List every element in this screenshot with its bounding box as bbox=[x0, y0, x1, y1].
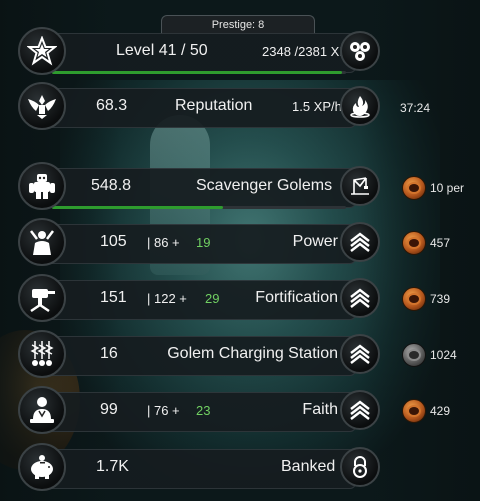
coin-icon bbox=[402, 176, 426, 200]
praying-figure-icon bbox=[18, 386, 66, 434]
stat-value: 16 bbox=[100, 345, 118, 362]
charging-station-icon bbox=[18, 330, 66, 378]
coin-icon bbox=[402, 287, 426, 311]
stat-bonus: 29 bbox=[205, 291, 220, 306]
reputation-timer: 37:24 bbox=[400, 101, 431, 115]
eagle-crest-icon bbox=[18, 82, 66, 130]
stat-value: 99 bbox=[100, 401, 118, 418]
stat-cost: 739 bbox=[430, 292, 451, 306]
crane-icon[interactable] bbox=[340, 166, 380, 206]
coin-icon bbox=[402, 343, 426, 367]
golem-icon bbox=[18, 162, 66, 210]
reputation-rate: 1.5 XP/hr bbox=[292, 99, 347, 114]
stat-label: Power bbox=[292, 233, 338, 250]
banked-value: 1.7K bbox=[96, 458, 129, 475]
star-badge-icon bbox=[18, 27, 66, 75]
stat-value: 151 bbox=[100, 289, 127, 306]
stat-row-fortification: 151 | 122 + 29 Fortification bbox=[18, 274, 380, 324]
banked-row: 1.7K Banked bbox=[18, 443, 380, 493]
stat-bonus: 19 bbox=[196, 235, 211, 250]
reputation-value: 68.3 bbox=[96, 97, 128, 114]
coin-icon bbox=[402, 231, 426, 255]
level-text: Level 41 / 50 bbox=[116, 42, 208, 59]
stat-cost: 457 bbox=[430, 236, 451, 250]
reputation-label: Reputation bbox=[175, 97, 253, 114]
stat-base: | 76 + bbox=[147, 403, 180, 418]
golems-value: 548.8 bbox=[91, 177, 132, 194]
reputation-row: 68.3 Reputation 1.5 XP/hr bbox=[18, 82, 380, 132]
gears-icon[interactable] bbox=[340, 31, 380, 71]
stat-label: Golem Charging Station bbox=[167, 345, 338, 362]
golems-cost: 10 per bbox=[430, 181, 465, 195]
golems-progress-bar bbox=[52, 206, 223, 209]
stat-cost: 429 bbox=[430, 404, 451, 418]
power-fist-icon bbox=[18, 218, 66, 266]
upgrade-chevrons-icon[interactable] bbox=[340, 334, 380, 374]
stat-cost: 1024 bbox=[430, 348, 457, 362]
golems-row: 548.8 Scavenger Golems bbox=[18, 162, 380, 212]
upgrade-chevrons-icon[interactable] bbox=[340, 222, 380, 262]
stat-value: 105 bbox=[100, 233, 127, 250]
banked-label: Banked bbox=[281, 458, 336, 475]
flame-icon[interactable] bbox=[340, 86, 380, 126]
upgrade-chevrons-icon[interactable] bbox=[340, 278, 380, 318]
golems-label: Scavenger Golems bbox=[196, 177, 333, 194]
stat-row-faith: 99 | 76 + 23 Faith bbox=[18, 386, 380, 436]
level-row: Level 41 / 50 2348 /2381 XP bbox=[18, 27, 380, 77]
stat-label: Fortification bbox=[255, 289, 338, 306]
stat-label: Faith bbox=[302, 401, 338, 418]
stat-base: | 122 + bbox=[147, 291, 187, 306]
level-progress-bar bbox=[52, 71, 342, 74]
coin-icon bbox=[402, 399, 426, 423]
stat-base: | 86 + bbox=[147, 235, 180, 250]
piggy-bank-icon bbox=[18, 443, 66, 491]
upgrade-chevrons-icon[interactable] bbox=[340, 390, 380, 430]
stat-row-golem-charging-station: 16 Golem Charging Station bbox=[18, 330, 380, 380]
stat-bonus: 23 bbox=[196, 403, 211, 418]
turret-icon bbox=[18, 274, 66, 322]
stat-row-power: 105 | 86 + 19 Power bbox=[18, 218, 380, 268]
xp-text: 2348 /2381 XP bbox=[262, 44, 349, 59]
lock-icon[interactable] bbox=[340, 447, 380, 487]
